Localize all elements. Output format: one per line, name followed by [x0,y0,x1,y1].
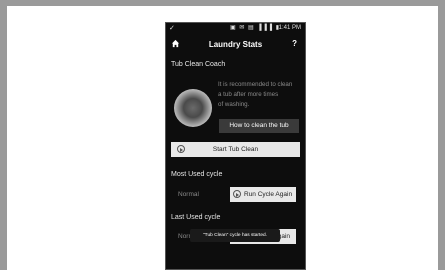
recommendation-line-3: of washing. [218,101,250,108]
recommendation-text: It is recommended to clean a tub after m… [218,80,305,110]
status-bar: ✓ ▣ ✉ ▤ ▐▐▐ ▮ 1:41 PM [166,23,305,34]
start-tub-clean-button[interactable]: Start Tub Clean [171,142,300,157]
play-icon [177,145,185,153]
recommendation-line-1: It is recommended to clean [218,81,293,88]
status-icons: ▣ ✉ ▤ ▐▐▐ ▮ [230,25,281,31]
tub-clean-heading: Tub Clean Coach [171,61,226,68]
app-bar: Laundry Stats ? [166,36,305,54]
status-time: 1:41 PM [278,25,301,31]
washer-drum-image [174,89,212,127]
screenshot-frame: ✓ ▣ ✉ ▤ ▐▐▐ ▮ 1:41 PM Laundry Stats ? Tu… [0,0,445,270]
recommendation-line-2: a tub after more times [218,91,279,98]
check-icon: ✓ [169,25,175,32]
page-title: Laundry Stats [208,40,263,49]
how-to-clean-button[interactable]: How to clean the tub [219,119,299,133]
last-used-heading: Last Used cycle [171,214,221,221]
phone-screen: ✓ ▣ ✉ ▤ ▐▐▐ ▮ 1:41 PM Laundry Stats ? Tu… [165,22,306,270]
most-used-cycle-name: Normal [178,191,199,198]
most-used-heading: Most Used cycle [171,171,223,178]
run-cycle-again-label: Run Cycle Again [244,191,293,198]
start-tub-clean-label: Start Tub Clean [212,146,259,153]
run-cycle-again-button[interactable]: Run Cycle Again [230,187,296,202]
toast-message: "Tub Clean" cycle has started. [190,229,280,242]
play-icon [233,190,241,198]
help-button[interactable]: ? [292,39,297,48]
